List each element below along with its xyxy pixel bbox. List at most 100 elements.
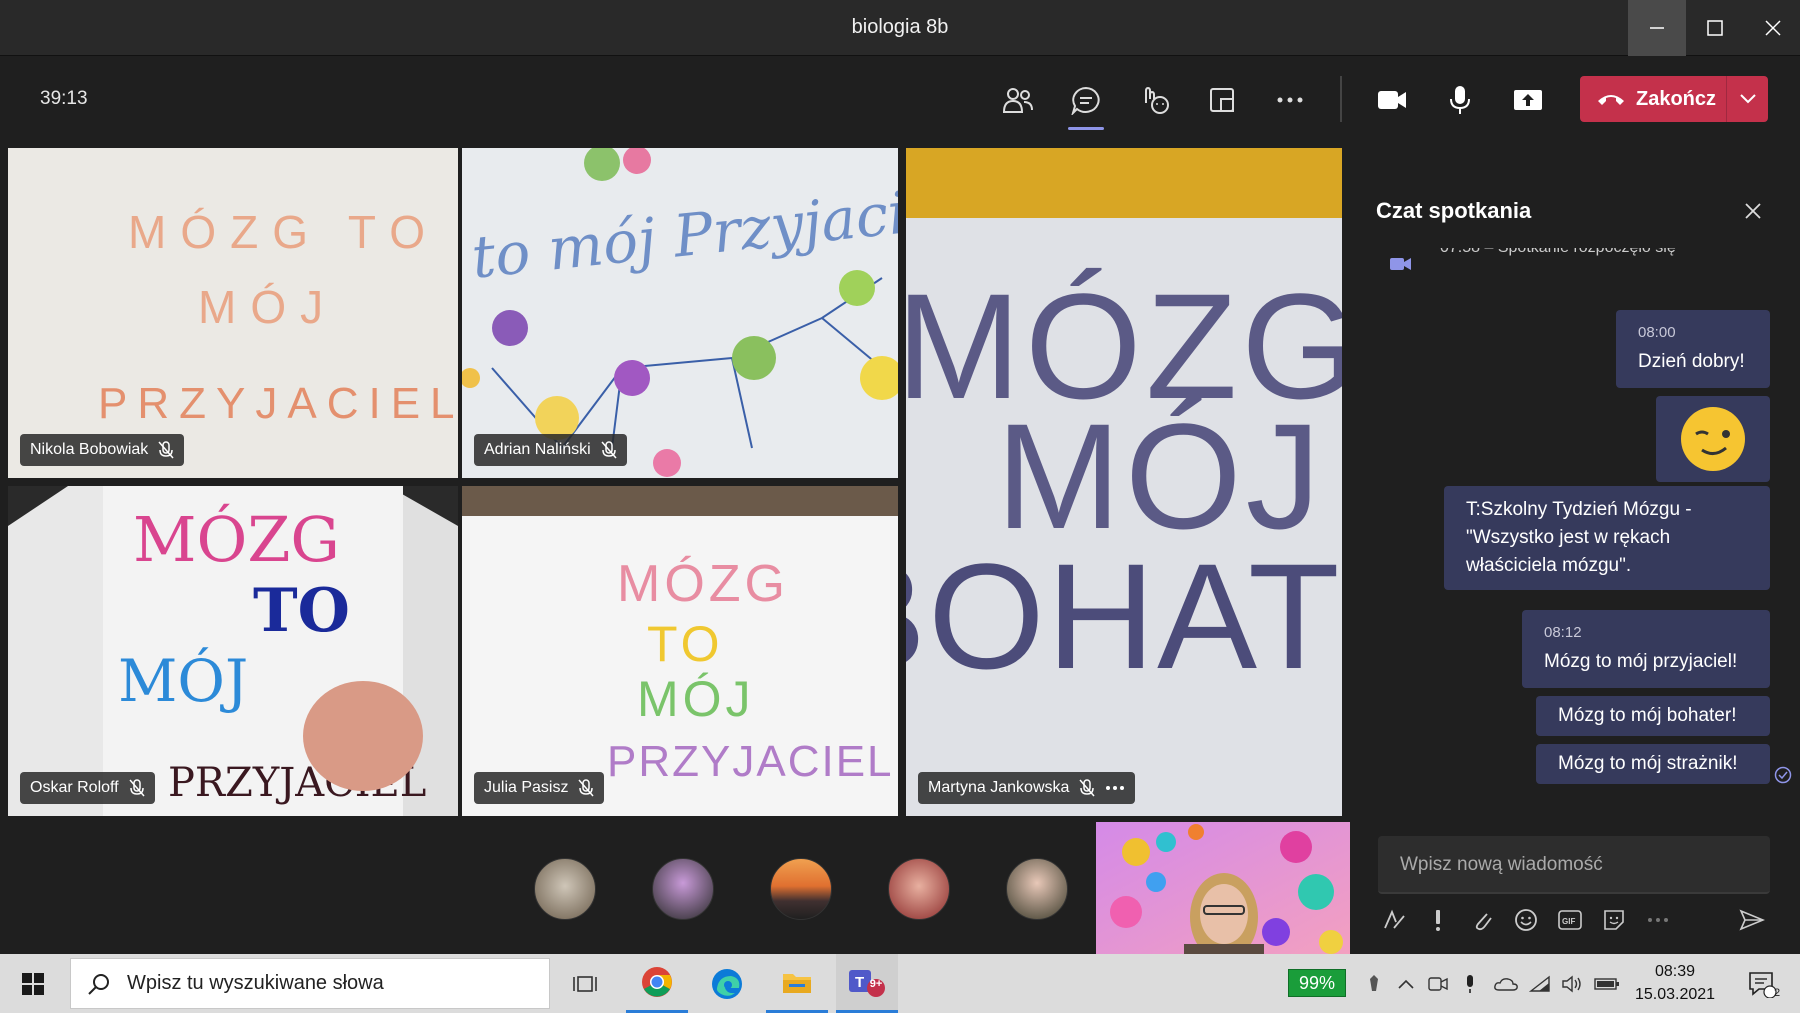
- share-screen-button[interactable]: [1506, 78, 1550, 122]
- video-tile[interactable]: to mój Przyjaciel Adrian Naliński: [462, 148, 898, 478]
- send-icon: [1739, 909, 1765, 931]
- chat-message[interactable]: Mózg to mój bohater!: [1536, 696, 1770, 736]
- microphone-button[interactable]: [1438, 78, 1482, 122]
- taskbar-app-explorer[interactable]: [766, 954, 828, 1013]
- meeting-toolbar: 39:13 Zakończ: [0, 56, 1800, 142]
- system-message-time: 07:58: [1440, 239, 1481, 256]
- rooms-icon: [1210, 88, 1234, 112]
- gif-button[interactable]: GIF: [1554, 904, 1586, 936]
- toolbar-separator: [1340, 76, 1342, 122]
- wink-emoji-icon: [1681, 407, 1745, 471]
- message-text: Mózg to mój przyjaciel!: [1544, 651, 1738, 672]
- close-chat-button[interactable]: [1738, 196, 1768, 226]
- end-call-button[interactable]: Zakończ: [1580, 76, 1768, 122]
- maximize-button[interactable]: [1686, 0, 1744, 56]
- self-view-image: [1096, 822, 1350, 954]
- show-hidden-icons-button[interactable]: [1392, 954, 1420, 1013]
- send-button[interactable]: [1736, 904, 1768, 936]
- emoji-button[interactable]: [1510, 904, 1542, 936]
- chat-message[interactable]: 08:00 Dzień dobry!: [1616, 310, 1770, 388]
- chat-title: Czat spotkania: [1376, 198, 1532, 223]
- emoji-icon: [1515, 909, 1537, 931]
- meet-now-tray-icon[interactable]: [1424, 954, 1452, 1013]
- taskbar-search[interactable]: Wpisz tu wyszukiwane słowa: [70, 958, 550, 1009]
- wifi-icon: [1529, 975, 1550, 992]
- maximize-icon: [1707, 20, 1723, 36]
- volume-icon: [1562, 975, 1581, 992]
- more-options-button[interactable]: [1642, 904, 1674, 936]
- close-button[interactable]: [1744, 0, 1800, 56]
- microphone-icon: [1467, 974, 1473, 993]
- message-input[interactable]: Wpisz nową wiadomość: [1378, 836, 1770, 894]
- participant-nametag: Adrian Naliński: [474, 434, 627, 466]
- video-tile[interactable]: MÓZG TO MÓJ PRZYJACIEL Oskar Roloff: [8, 486, 458, 816]
- chat-message-emoji[interactable]: [1656, 396, 1770, 482]
- format-button[interactable]: [1378, 904, 1410, 936]
- self-view-video[interactable]: [1096, 822, 1350, 954]
- start-button[interactable]: [0, 954, 66, 1013]
- meeting-timer: 39:13: [40, 88, 88, 109]
- end-call-main[interactable]: Zakończ: [1580, 88, 1726, 111]
- participant-name: Martyna Jankowska: [928, 779, 1070, 796]
- avatar[interactable]: [888, 858, 950, 920]
- rooms-button[interactable]: [1200, 78, 1244, 122]
- taskbar-app-chrome[interactable]: [626, 954, 688, 1013]
- participant-name: Julia Pasisz: [484, 779, 569, 796]
- microphone-tray-icon[interactable]: [1456, 954, 1484, 1013]
- mic-off-icon: [601, 441, 617, 459]
- notification-center-button[interactable]: 2: [1734, 954, 1790, 1013]
- chevron-down-icon: [1739, 94, 1756, 104]
- onedrive-tray-icon[interactable]: [1490, 954, 1522, 1013]
- taskbar-clock[interactable]: 08:39 15.03.2021: [1630, 960, 1720, 1006]
- taskbar-app-teams[interactable]: T 9+: [836, 954, 898, 1013]
- video-tile[interactable]: MÓZG TO MÓJ PRZYJACIEL Nikola Bobowiak: [8, 148, 458, 478]
- seen-indicator: [1774, 766, 1792, 789]
- more-icon[interactable]: [1105, 785, 1125, 791]
- microphone-icon: [1450, 86, 1470, 114]
- reactions-button[interactable]: [1132, 78, 1176, 122]
- camera-button[interactable]: [1370, 78, 1414, 122]
- chat-button[interactable]: [1064, 78, 1108, 130]
- exclamation-icon: [1436, 910, 1440, 931]
- meeting-camera-icon: [1390, 258, 1411, 270]
- battery-tray-icon[interactable]: [1590, 954, 1624, 1013]
- participant-video: MÓZG TO MÓJ PRZYJACIEL: [8, 148, 458, 478]
- chat-message[interactable]: 08:12 Mózg to mój przyjaciel!: [1522, 610, 1770, 688]
- end-call-dropdown[interactable]: [1727, 94, 1768, 104]
- participants-button[interactable]: [996, 78, 1040, 122]
- sign-text: MÓJ: [637, 671, 755, 727]
- sign-text: MÓZG: [617, 555, 789, 613]
- message-text: Mózg to mój strażnik!: [1558, 753, 1738, 774]
- task-view-button[interactable]: [560, 954, 610, 1013]
- minimize-button[interactable]: [1628, 0, 1686, 56]
- video-tile[interactable]: MÓZG TO MÓJ BOHATER Martyna Jankowska: [906, 148, 1342, 816]
- chat-panel: Czat spotkania 07:58 – Spotkanie rozpocz…: [1350, 142, 1800, 954]
- message-time: 08:00: [1638, 324, 1676, 341]
- battery-indicator[interactable]: 99%: [1288, 969, 1346, 997]
- participant-name: Nikola Bobowiak: [30, 441, 149, 458]
- participants-icon: [1002, 88, 1033, 113]
- avatar[interactable]: [534, 858, 596, 920]
- avatar[interactable]: [652, 858, 714, 920]
- more-button[interactable]: [1268, 78, 1312, 122]
- avatar[interactable]: [770, 858, 832, 920]
- pen-tray-icon[interactable]: [1360, 954, 1388, 1013]
- sticker-button[interactable]: [1598, 904, 1630, 936]
- important-button[interactable]: [1422, 904, 1454, 936]
- taskbar-app-edge[interactable]: [696, 954, 758, 1013]
- participant-video: MÓZG TO MÓJ PRZYJACIEL: [8, 486, 458, 816]
- chat-message[interactable]: T:Szkolny Tydzień Mózgu - "Wszystko jest…: [1444, 486, 1770, 590]
- chevron-up-icon: [1398, 979, 1414, 989]
- video-tile[interactable]: MÓZG TO MÓJ PRZYJACIEL Julia Pasisz: [462, 486, 898, 816]
- wifi-tray-icon[interactable]: [1526, 954, 1554, 1013]
- sign-text: MÓZG TO: [128, 206, 439, 258]
- compose-toolbar: GIF: [1378, 904, 1778, 944]
- chrome-icon: [642, 967, 672, 997]
- avatar[interactable]: [1006, 858, 1068, 920]
- participant-video: MÓZG TO MÓJ PRZYJACIEL: [462, 486, 898, 816]
- attach-button[interactable]: [1466, 904, 1498, 936]
- chat-message[interactable]: Mózg to mój strażnik!: [1536, 744, 1770, 784]
- volume-tray-icon[interactable]: [1558, 954, 1586, 1013]
- clock-time: 08:39: [1654, 963, 1696, 980]
- notification-count: 2: [1773, 987, 1781, 999]
